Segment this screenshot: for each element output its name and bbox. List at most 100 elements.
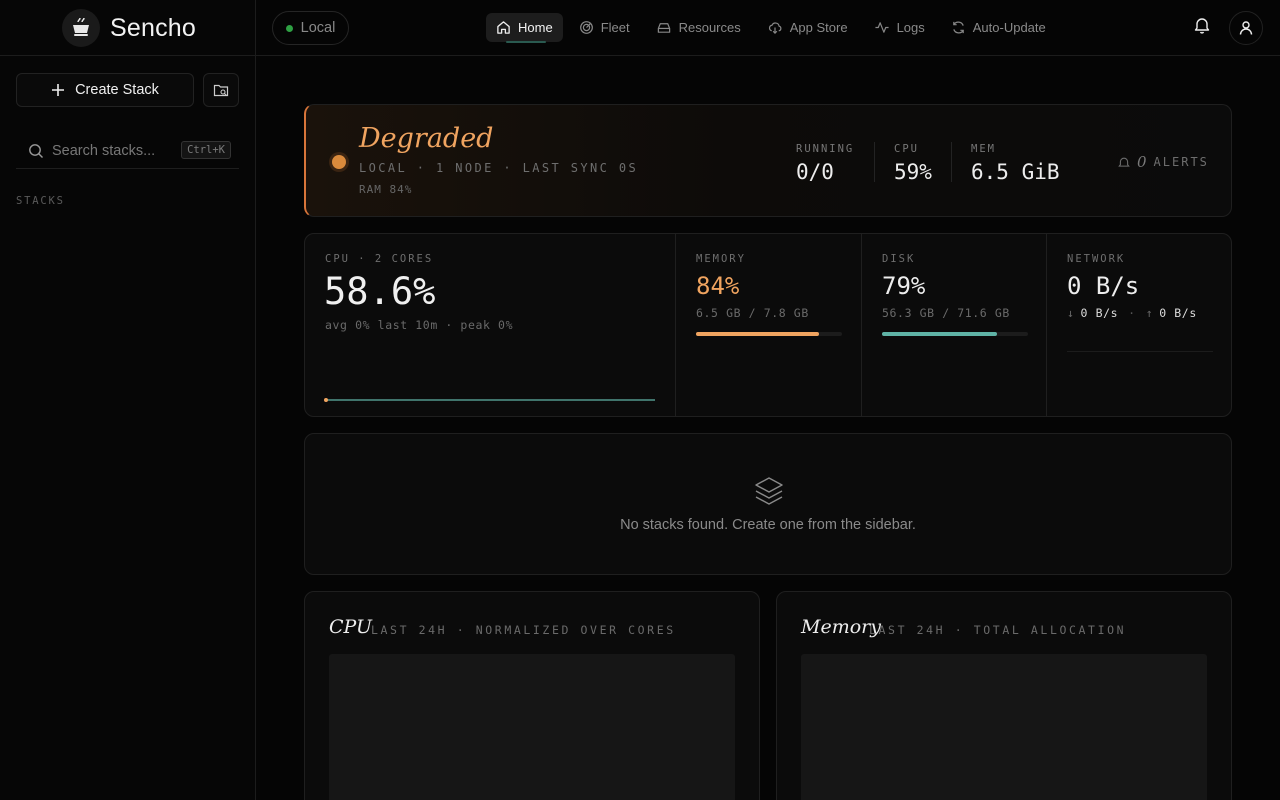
home-icon: [497, 21, 510, 34]
radar-icon: [579, 21, 593, 34]
cpu-metric-sub: avg 0% last 10m · peak 0%: [325, 318, 514, 332]
drive-icon: [657, 23, 670, 33]
user-icon: [1239, 21, 1253, 35]
alerts-indicator[interactable]: 0 ALERTS: [1118, 153, 1209, 171]
layers-icon: [755, 477, 783, 505]
user-menu-button[interactable]: [1229, 11, 1263, 45]
status-subtitle: LOCAL · 1 NODE · LAST SYNC 0S: [359, 161, 639, 175]
memory-chart-subtitle: LAST 24H · TOTAL ALLOCATION: [869, 623, 1127, 637]
network-up-value: 0 B/s: [1159, 306, 1197, 320]
main-nav: Home Fleet Resources App Store Logs Auto…: [486, 13, 1056, 43]
browse-folder-button[interactable]: [203, 73, 239, 107]
nav-logs-label: Logs: [896, 20, 925, 35]
disk-progress-fill: [882, 332, 998, 336]
memory-metric-sub: 6.5 GB / 7.8 GB: [696, 306, 809, 320]
env-status-dot: [285, 24, 293, 32]
brand[interactable]: Sencho: [62, 9, 196, 47]
health-status-card: Degraded LOCAL · 1 NODE · LAST SYNC 0S R…: [304, 104, 1232, 217]
memory-progress-fill: [696, 332, 819, 336]
disk-metric: DISK 79% 56.3 GB / 71.6 GB: [861, 234, 1046, 416]
refresh-icon: [952, 21, 964, 34]
memory-metric-label: MEMORY: [696, 253, 746, 265]
status-indicator-dot: [332, 155, 346, 169]
network-down-value: 0 B/s: [1080, 306, 1119, 320]
arrow-down-icon: ↓: [1067, 306, 1075, 320]
mem-label: MEM: [971, 143, 996, 155]
disk-progress-bar: [882, 332, 1028, 336]
nav-resources-label: Resources: [678, 20, 741, 35]
activity-icon: [875, 22, 889, 33]
cpu-chart-title: CPU: [329, 616, 373, 638]
cpu-metric-label: CPU · 2 CORES: [325, 253, 434, 265]
search-shortcut-badge: Ctrl+K: [181, 141, 231, 159]
nav-fleet[interactable]: Fleet: [569, 13, 640, 42]
running-label: RUNNING: [796, 143, 855, 155]
cpu-chart-subtitle: LAST 24H · NORMALIZED OVER CORES: [371, 623, 676, 637]
nav-logs[interactable]: Logs: [864, 13, 935, 42]
cpu-sparkline: [324, 398, 655, 402]
bell-icon: [1118, 157, 1130, 167]
nav-app-store-label: App Store: [789, 20, 848, 35]
topbar: Local Home Fleet Resources App Store Log…: [256, 0, 1280, 56]
notifications-bell-icon[interactable]: [1194, 16, 1210, 39]
sparkline-point: [324, 398, 328, 402]
status-title: Degraded: [359, 123, 494, 154]
mem-value: 6.5 GiB: [971, 160, 1060, 184]
memory-chart-area: [801, 654, 1207, 800]
sidebar: Sencho Create Stack Ctrl+K STACKS: [0, 0, 256, 800]
network-metric: NETWORK 0 B/s ↓ 0 B/s · ↑ 0 B/s: [1046, 234, 1232, 416]
memory-progress-bar: [696, 332, 842, 336]
create-stack-button[interactable]: Create Stack: [16, 73, 194, 107]
sencho-logo-icon: [62, 9, 100, 47]
disk-metric-value: 79%: [882, 272, 926, 300]
alerts-count: 0: [1137, 153, 1147, 171]
mem-stat: MEM 6.5 GiB: [971, 143, 1060, 184]
alerts-label: ALERTS: [1153, 155, 1209, 169]
nav-auto-update-label: Auto-Update: [972, 20, 1046, 35]
memory-metric-value: 84%: [696, 272, 740, 300]
disk-metric-sub: 56.3 GB / 71.6 GB: [882, 306, 1010, 320]
cpu-stat: CPU 59%: [894, 143, 932, 184]
network-throughput: ↓ 0 B/s · ↑ 0 B/s: [1067, 306, 1197, 320]
divider: [951, 142, 952, 182]
nav-resources[interactable]: Resources: [646, 13, 751, 42]
nav-home[interactable]: Home: [486, 13, 563, 43]
nav-fleet-label: Fleet: [600, 20, 630, 35]
cpu-chart-area: [329, 654, 735, 800]
network-metric-value: 0 B/s: [1067, 272, 1140, 300]
running-stat: RUNNING 0/0: [796, 143, 854, 184]
search-icon: [29, 143, 43, 158]
brand-name: Sencho: [110, 13, 196, 42]
cpu-value: 59%: [894, 160, 932, 184]
search-input[interactable]: [52, 142, 172, 159]
cpu-metric: CPU · 2 CORES 58.6% avg 0% last 10m · pe…: [305, 234, 675, 416]
stacks-empty-state: No stacks found. Create one from the sid…: [304, 433, 1232, 575]
separator: ·: [1128, 306, 1136, 320]
cpu-label: CPU: [894, 143, 919, 155]
search-stacks[interactable]: Ctrl+K: [16, 133, 239, 169]
running-value: 0/0: [796, 160, 834, 184]
metrics-card: CPU · 2 CORES 58.6% avg 0% last 10m · pe…: [304, 233, 1232, 417]
cloud-download-icon: [768, 22, 782, 34]
arrow-up-icon: ↑: [1145, 306, 1154, 320]
env-label: Local: [300, 20, 336, 36]
folder-search-icon: [213, 84, 229, 97]
memory-history-card: Memory LAST 24H · TOTAL ALLOCATION: [776, 591, 1232, 800]
divider: [1067, 351, 1213, 352]
plus-icon: [52, 84, 65, 96]
nav-home-label: Home: [518, 20, 553, 35]
nav-app-store[interactable]: App Store: [757, 13, 858, 42]
app: Sencho Create Stack Ctrl+K STACKS Local …: [0, 0, 1280, 800]
stacks-section-label: STACKS: [16, 195, 65, 207]
empty-message: No stacks found. Create one from the sid…: [620, 517, 916, 533]
divider: [874, 142, 875, 182]
environment-selector[interactable]: Local: [272, 11, 349, 45]
cpu-metric-value: 58.6%: [324, 270, 436, 313]
disk-metric-label: DISK: [882, 253, 916, 265]
nav-auto-update[interactable]: Auto-Update: [941, 13, 1056, 42]
status-ram-note: RAM 84%: [359, 183, 413, 196]
cpu-history-card: CPU LAST 24H · NORMALIZED OVER CORES: [304, 591, 760, 800]
create-stack-label: Create Stack: [75, 82, 159, 98]
memory-metric: MEMORY 84% 6.5 GB / 7.8 GB: [675, 234, 861, 416]
network-metric-label: NETWORK: [1067, 253, 1126, 265]
